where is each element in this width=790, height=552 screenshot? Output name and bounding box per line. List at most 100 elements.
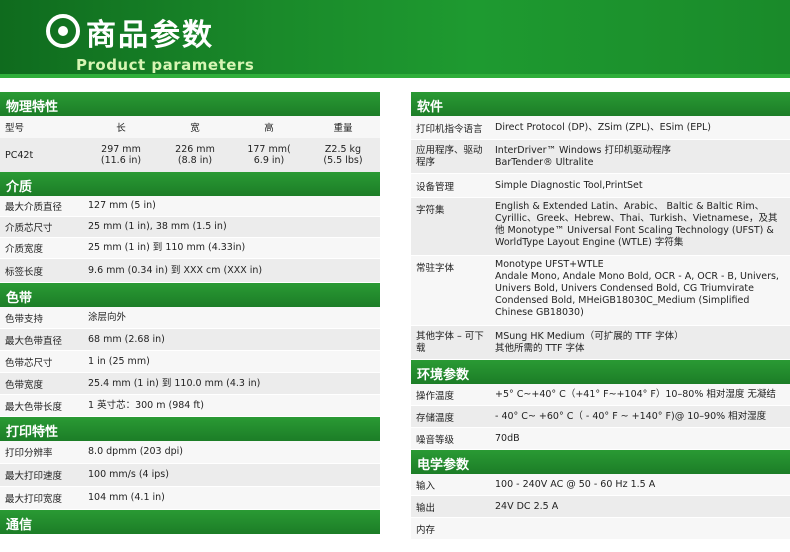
table-row: 最大色带长度 1 英寸芯：300 m (984 ft) — [0, 395, 380, 417]
electrical-table: 输入 100 - 240V AC @ 50 - 60 Hz 1.5 A 输出 24V… — [411, 474, 790, 540]
table-row: 最大介质直径 127 mm (5 in) — [0, 196, 380, 217]
row-value: +5° C~+40° C（+41° F~+104° F）10–80% 相对湿度 … — [495, 388, 776, 400]
row-label: 介质芯尺寸 — [5, 223, 53, 234]
row-value: 25 mm (1 in), 38 mm (1.5 in) — [88, 221, 227, 232]
column-divider — [395, 92, 396, 552]
height-mm: 177 mm( — [247, 144, 291, 155]
row-value: 25.4 mm (1 in) 到 110.0 mm (4.3 in) — [88, 377, 261, 389]
width-in: (8.8 in) — [177, 155, 213, 166]
row-value: 68 mm (2.68 in) — [88, 333, 165, 345]
row-label: 输入 — [416, 480, 436, 492]
row-label: 标签长度 — [5, 266, 44, 278]
row-label: 其他字体 – 可下载 — [416, 330, 484, 354]
header-model: 型号 — [5, 123, 25, 134]
section-environment-title: 环境参数 — [411, 360, 790, 384]
width-mm: 226 mm — [175, 144, 215, 155]
row-value: InterDriver™ Windows 打印机驱动程序 BarTender® … — [495, 144, 671, 168]
table-row: 色带支持 涂层向外 — [0, 307, 380, 329]
header-banner: 商品参数 Product parameters — [0, 0, 790, 88]
right-column: 软件 打印机指令语言 Direct Protocol (DP)、ZSim (ZPL… — [411, 92, 790, 540]
row-label: 色带芯尺寸 — [5, 357, 53, 369]
row-label: 常驻字体 — [416, 263, 455, 274]
row-label: 字符集 — [416, 205, 445, 216]
table-row: 介质宽度 25 mm (1 in) 到 110 mm (4.33in) — [0, 238, 380, 259]
table-row: 噪音等级 70dB — [411, 428, 790, 450]
length-in: (11.6 in) — [100, 155, 142, 166]
row-label: 最大打印宽度 — [5, 494, 63, 505]
row-label: 最大介质直径 — [5, 202, 63, 213]
weight-kg: Z2.5 kg — [324, 144, 362, 155]
row-label: 内存 — [416, 524, 436, 536]
row-value: 24V DC 2.5 A — [495, 500, 559, 512]
table-row: 色带宽度 25.4 mm (1 in) 到 110.0 mm (4.3 in) — [0, 373, 380, 395]
model-value: PC42t — [5, 149, 34, 161]
row-value: 100 mm/s (4 ips) — [88, 469, 169, 480]
row-label: 应用程序、驱动程序 — [416, 144, 483, 168]
header-width: 宽 — [190, 123, 200, 134]
height-in: 6.9 in) — [253, 155, 285, 166]
table-row: 字符集 English & Extended Latin、Arabic、 Balt… — [411, 198, 790, 256]
row-value: 1 英寸芯：300 m (984 ft) — [88, 399, 204, 411]
row-value: 涂层向外 — [88, 311, 127, 323]
section-comm-title: 通信 — [0, 510, 380, 534]
banner-subtitle: Product parameters — [76, 56, 255, 74]
row-value: English & Extended Latin、Arabic、 Baltic … — [495, 201, 778, 248]
row-value: - 40° C~ +60° C（ - 40° F ~ +140° F)@ 10–… — [495, 410, 767, 422]
table-row: 最大打印宽度 104 mm (4.1 in) — [0, 487, 380, 510]
table-row: 打印机指令语言 Direct Protocol (DP)、ZSim (ZPL)、E… — [411, 116, 790, 140]
row-label: 最大色带直径 — [5, 335, 63, 347]
row-label: 操作温度 — [416, 390, 455, 402]
table-row: 最大打印速度 100 mm/s (4 ips) — [0, 464, 380, 487]
table-row: 常驻字体 Monotype UFST+WTLE Andale Mono, Anda… — [411, 256, 790, 326]
environment-table: 操作温度 +5° C~+40° C（+41° F~+104° F）10–80% 相… — [411, 384, 790, 450]
row-value: MSung HK Medium（可扩展的 TTF 字体） 其他所需的 TTF 字… — [495, 330, 684, 354]
row-label: 色带支持 — [5, 313, 44, 325]
row-value: Simple Diagnostic Tool,PrintSet — [495, 179, 643, 191]
row-label: 色带宽度 — [5, 379, 44, 391]
banner-title: 商品参数 — [86, 18, 214, 53]
row-label: 打印分辨率 — [5, 448, 53, 459]
row-label: 最大打印速度 — [5, 471, 63, 482]
row-label: 噪音等级 — [416, 434, 455, 446]
row-value: Direct Protocol (DP)、ZSim (ZPL)、ESim (EP… — [495, 121, 711, 133]
table-row: 其他字体 – 可下载 MSung HK Medium（可扩展的 TTF 字体） 其… — [411, 326, 790, 360]
table-row: 设备管理 Simple Diagnostic Tool,PrintSet — [411, 174, 790, 198]
banner-stripe — [0, 74, 790, 78]
physical-header-row: 型号 长 宽 高 重量 — [0, 116, 380, 138]
left-column: 物理特性 型号 长 宽 高 重量 PC42t 297 mm (11.6 in) … — [0, 92, 380, 534]
row-value: 100 - 240V AC @ 50 - 60 Hz 1.5 A — [495, 478, 656, 490]
weight-lbs: (5.5 lbs) — [323, 155, 363, 166]
table-row: 打印分辨率 8.0 dpmm (203 dpi) — [0, 441, 380, 464]
table-row: 内存 — [411, 518, 790, 540]
header-length: 长 — [116, 123, 126, 134]
table-row: 存储温度 - 40° C~ +60° C（ - 40° F ~ +140° F)@… — [411, 406, 790, 428]
row-label: 设备管理 — [416, 181, 455, 193]
print-table: 打印分辨率 8.0 dpmm (203 dpi) 最大打印速度 100 mm/s (… — [0, 441, 380, 510]
table-row: 介质芯尺寸 25 mm (1 in), 38 mm (1.5 in) — [0, 217, 380, 238]
table-row: 输入 100 - 240V AC @ 50 - 60 Hz 1.5 A — [411, 474, 790, 496]
section-electrical-title: 电学参数 — [411, 450, 790, 474]
table-row: 色带芯尺寸 1 in (25 mm) — [0, 351, 380, 373]
row-value: 1 in (25 mm) — [88, 355, 150, 367]
header-height: 高 — [264, 123, 274, 134]
row-label: 输出 — [416, 502, 436, 514]
table-row: 标签长度 9.6 mm (0.34 in) 到 XXX cm (XXX in) — [0, 259, 380, 283]
length-value: 297 mm (11.6 in) — [84, 144, 158, 166]
table-row: 最大色带直径 68 mm (2.68 in) — [0, 329, 380, 351]
length-mm: 297 mm — [101, 144, 141, 155]
row-label: 存储温度 — [416, 412, 455, 424]
row-value: 70dB — [495, 432, 520, 444]
section-print-title: 打印特性 — [0, 417, 380, 441]
software-table: 打印机指令语言 Direct Protocol (DP)、ZSim (ZPL)、E… — [411, 116, 790, 360]
row-value: 127 mm (5 in) — [88, 200, 156, 211]
row-value: 8.0 dpmm (203 dpi) — [88, 446, 183, 457]
row-value: Monotype UFST+WTLE Andale Mono, Andale M… — [495, 259, 779, 318]
row-label: 最大色带长度 — [5, 401, 63, 413]
table-row: 应用程序、驱动程序 InterDriver™ Windows 打印机驱动程序 Ba… — [411, 140, 790, 174]
section-ribbon-title: 色带 — [0, 283, 380, 307]
row-label: 打印机指令语言 — [416, 123, 483, 135]
header-weight: 重量 — [333, 123, 353, 134]
physical-values-row: PC42t 297 mm (11.6 in) 226 mm (8.8 in) 1… — [0, 138, 380, 172]
section-software-title: 软件 — [411, 92, 790, 116]
width-value: 226 mm (8.8 in) — [158, 144, 232, 166]
